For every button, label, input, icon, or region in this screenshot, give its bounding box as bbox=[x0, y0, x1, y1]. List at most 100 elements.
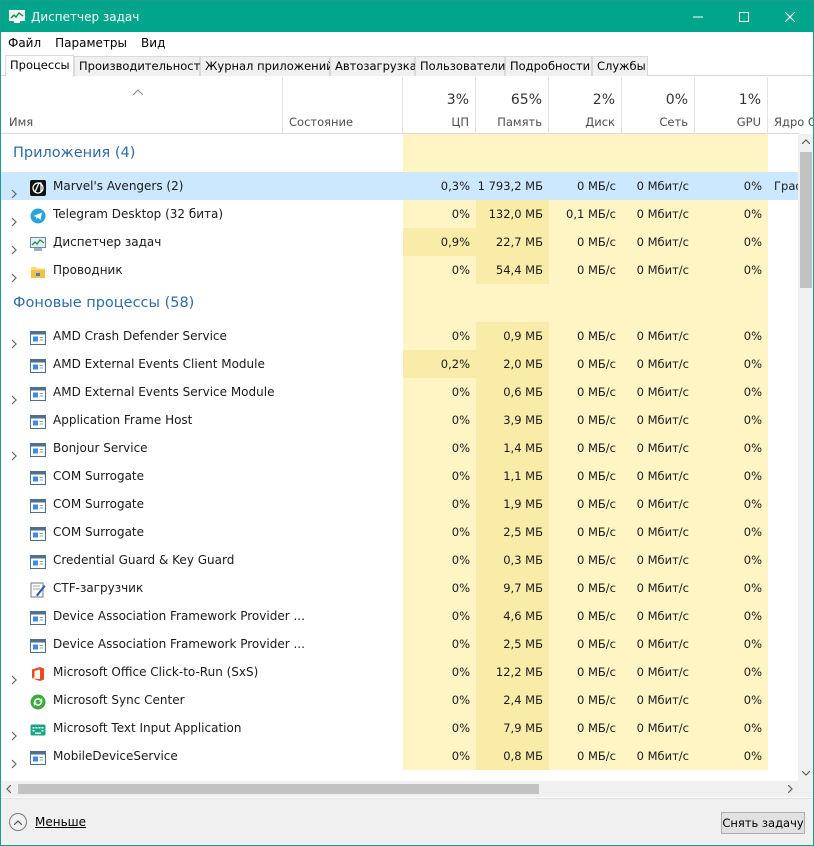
header-name-label: Имя bbox=[9, 115, 34, 129]
header-status[interactable]: Состояние bbox=[283, 77, 403, 134]
title-bar[interactable]: Диспетчер задач bbox=[1, 1, 813, 32]
fewer-details-button[interactable]: Меньше bbox=[9, 813, 86, 831]
process-name: CTF-загрузчик bbox=[53, 581, 144, 595]
process-mem-cell: 0,6 МБ bbox=[476, 378, 549, 406]
process-net-cell: 0 Мбит/с bbox=[622, 742, 695, 770]
process-row[interactable]: Microsoft Sync Center 0% 2,4 МБ 0 МБ/с 0 Мби… bbox=[1, 686, 798, 714]
service-icon bbox=[30, 356, 46, 373]
tab-details[interactable]: Подробности bbox=[505, 56, 592, 76]
close-button[interactable] bbox=[767, 1, 813, 32]
process-name-cell: AMD External Events Service Module bbox=[1, 378, 402, 406]
process-net-cell: 0 Мбит/с bbox=[622, 350, 695, 378]
menu-file[interactable]: Файл bbox=[1, 36, 48, 50]
process-net-cell: 0 Мбит/с bbox=[622, 602, 695, 630]
menu-options[interactable]: Параметры bbox=[48, 36, 134, 50]
chevron-right-icon[interactable] bbox=[10, 387, 18, 405]
process-row[interactable]: COM Surrogate 0% 1,9 МБ 0 МБ/с 0 Мбит/с 0% bbox=[1, 490, 798, 518]
header-gpu-pct: 1% bbox=[738, 92, 761, 108]
header-disk[interactable]: 2% Диск bbox=[549, 77, 622, 134]
chevron-right-icon[interactable] bbox=[10, 667, 18, 685]
chevron-right-icon[interactable] bbox=[10, 723, 18, 741]
text-input-icon bbox=[30, 720, 46, 736]
chevron-right-icon[interactable] bbox=[10, 443, 18, 461]
service-icon bbox=[30, 636, 46, 653]
process-row[interactable]: Telegram Desktop (32 бита) 0% 132,0 МБ 0,1 … bbox=[1, 200, 798, 228]
office-icon bbox=[30, 664, 46, 681]
tab-startup[interactable]: Автозагрузка bbox=[330, 56, 417, 76]
process-cpu-cell: 0% bbox=[403, 574, 476, 602]
group-title[interactable]: Фоновые процессы (58) bbox=[13, 284, 194, 322]
process-disk-cell: 0 МБ/с bbox=[549, 546, 622, 574]
process-row[interactable]: COM Surrogate 0% 2,5 МБ 0 МБ/с 0 Мбит/с 0% bbox=[1, 518, 798, 546]
horizontal-scrollbar[interactable] bbox=[1, 781, 798, 797]
minimize-button[interactable] bbox=[675, 1, 721, 32]
process-row[interactable]: Credential Guard & Key Guard 0% 0,3 МБ 0 МБ… bbox=[1, 546, 798, 574]
menu-view[interactable]: Вид bbox=[134, 36, 172, 50]
process-row[interactable]: Диспетчер задач 0,9% 22,7 МБ 0 МБ/с 0 Мбит/с… bbox=[1, 228, 798, 256]
process-mem-cell: 0,8 МБ bbox=[476, 742, 549, 770]
maximize-button[interactable] bbox=[721, 1, 767, 32]
horizontal-scroll-thumb[interactable] bbox=[18, 784, 539, 794]
process-gpu-cell: 0% bbox=[695, 686, 768, 714]
process-cpu-cell: 0% bbox=[403, 378, 476, 406]
process-name-cell: Telegram Desktop (32 бита) bbox=[1, 200, 402, 228]
process-row[interactable]: Device Association Framework Provider ..… bbox=[1, 630, 798, 658]
header-gpu[interactable]: 1% GPU bbox=[695, 77, 768, 134]
process-gpu-cell: 0% bbox=[695, 200, 768, 228]
process-mem-cell: 9,7 МБ bbox=[476, 574, 549, 602]
process-net-cell: 0 Мбит/с bbox=[622, 462, 695, 490]
header-name[interactable]: Имя bbox=[1, 77, 283, 134]
process-net-cell: 0 Мбит/с bbox=[622, 256, 695, 284]
process-row[interactable]: AMD Crash Defender Service 0% 0,9 МБ 0 МБ/с… bbox=[1, 322, 798, 350]
process-row[interactable]: COM Surrogate 0% 1,1 МБ 0 МБ/с 0 Мбит/с 0% bbox=[1, 462, 798, 490]
process-cpu-cell: 0,9% bbox=[403, 228, 476, 256]
process-row[interactable]: Microsoft Office Click-to-Run (SxS) 0% 12,… bbox=[1, 658, 798, 686]
group-title[interactable]: Приложения (4) bbox=[13, 134, 135, 172]
header-memory-pct: 65% bbox=[510, 92, 542, 108]
process-gpu-cell: 0% bbox=[695, 490, 768, 518]
fewer-details-label: Меньше bbox=[35, 815, 87, 829]
process-row[interactable]: Marvel's Avengers (2) 0,3% 1 793,2 МБ 0 МБ/… bbox=[1, 172, 798, 200]
process-row[interactable]: Application Frame Host 0% 3,9 МБ 0 МБ/с 0 Мб… bbox=[1, 406, 798, 434]
header-network[interactable]: 0% Сеть bbox=[622, 77, 695, 134]
vertical-scroll-thumb[interactable] bbox=[800, 152, 812, 288]
tab-app-history[interactable]: Журнал приложений bbox=[200, 56, 334, 76]
process-row[interactable]: AMD External Events Client Module 0,2% 2,0… bbox=[1, 350, 798, 378]
process-name-cell: Device Association Framework Provider ..… bbox=[1, 630, 402, 658]
process-row[interactable]: Microsoft Text Input Application 0% 7,9 МБ… bbox=[1, 714, 798, 742]
header-gpu-engine[interactable]: Ядро GPU bbox=[768, 77, 813, 134]
process-net-cell: 0 Мбит/с bbox=[622, 518, 695, 546]
process-row[interactable]: Device Association Framework Provider ..… bbox=[1, 602, 798, 630]
service-icon bbox=[30, 384, 46, 401]
chevron-right-icon[interactable] bbox=[10, 265, 18, 283]
tab-performance[interactable]: Производительность bbox=[74, 56, 207, 76]
end-task-button[interactable]: Снять задачу bbox=[721, 812, 805, 834]
chevron-right-icon[interactable] bbox=[10, 331, 18, 349]
header-memory[interactable]: 65% Память bbox=[476, 77, 549, 134]
chevron-right-icon[interactable] bbox=[10, 209, 18, 227]
process-name-cell: Microsoft Office Click-to-Run (SxS) bbox=[1, 658, 402, 686]
process-row[interactable]: CTF-загрузчик 0% 9,7 МБ 0 МБ/с 0 Мбит/с 0% bbox=[1, 574, 798, 602]
chevron-right-icon[interactable] bbox=[10, 181, 18, 199]
process-row[interactable]: Bonjour Service 0% 1,4 МБ 0 МБ/с 0 Мбит/с 0% bbox=[1, 434, 798, 462]
process-disk-cell: 0 МБ/с bbox=[549, 172, 622, 200]
chevron-up-circle-icon bbox=[9, 813, 27, 831]
vertical-scrollbar[interactable] bbox=[798, 134, 813, 781]
process-row[interactable]: MobileDeviceService 0% 0,8 МБ 0 МБ/с 0 Мбит/… bbox=[1, 742, 798, 770]
tab-services[interactable]: Службы bbox=[592, 56, 648, 76]
process-cpu-cell: 0,3% bbox=[403, 172, 476, 200]
chevron-right-icon[interactable] bbox=[10, 237, 18, 255]
process-name: Telegram Desktop (32 бита) bbox=[53, 207, 224, 221]
process-disk-cell: 0 МБ/с bbox=[549, 714, 622, 742]
chevron-right-icon[interactable] bbox=[10, 751, 18, 769]
process-row[interactable]: AMD External Events Service Module 0% 0,6 … bbox=[1, 378, 798, 406]
header-cpu[interactable]: 3% ЦП bbox=[403, 77, 476, 134]
process-row[interactable]: Проводник 0% 54,4 МБ 0 МБ/с 0 Мбит/с 0% bbox=[1, 256, 798, 284]
tab-processes[interactable]: Процессы bbox=[5, 55, 74, 77]
service-icon bbox=[30, 608, 46, 625]
process-mem-cell: 4,6 МБ bbox=[476, 602, 549, 630]
process-mem-cell: 0,3 МБ bbox=[476, 546, 549, 574]
tab-users[interactable]: Пользователи bbox=[415, 56, 505, 76]
process-gpu-cell: 0% bbox=[695, 518, 768, 546]
process-disk-cell: 0 МБ/с bbox=[549, 256, 622, 284]
